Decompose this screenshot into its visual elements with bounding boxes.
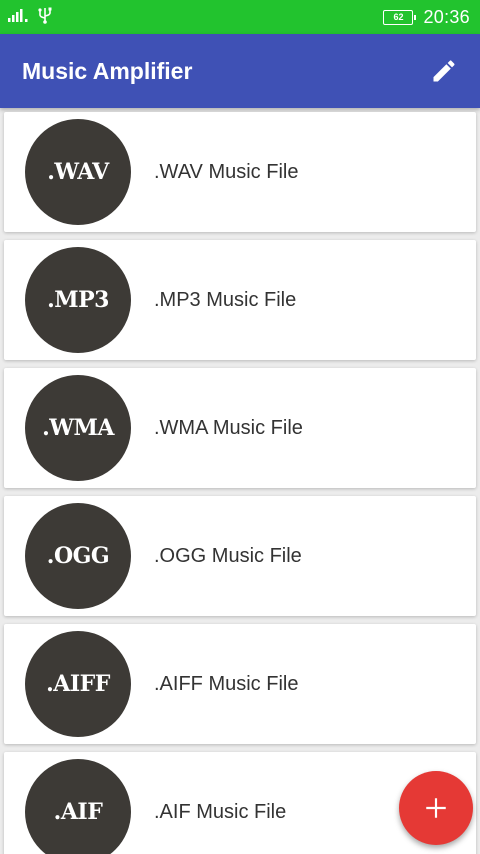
file-card-wma[interactable]: .WMA .WMA Music File [4, 368, 476, 488]
file-label: .MP3 Music File [154, 288, 297, 311]
file-badge: .OGG [25, 503, 131, 609]
plus-icon [426, 798, 446, 818]
status-time: 20:36 [423, 6, 470, 27]
battery-level: 62 [393, 12, 404, 22]
file-card-mp3[interactable]: .MP3 .MP3 Music File [4, 240, 476, 360]
app-bar: Music Amplifier [0, 34, 480, 108]
signal-bars-icon [8, 8, 30, 27]
status-bar: 62 20:36 [0, 0, 480, 34]
edit-button[interactable] [426, 53, 462, 89]
file-card-aiff[interactable]: .AIFF .AIFF Music File [4, 624, 476, 744]
file-badge: .WMA [25, 375, 131, 481]
file-badge: .AIF [25, 759, 131, 854]
pencil-icon [433, 60, 455, 82]
file-list: .WAV .WAV Music File .MP3 .MP3 Music Fil… [4, 112, 476, 854]
file-card-ogg[interactable]: .OGG .OGG Music File [4, 496, 476, 616]
file-badge: .WAV [25, 119, 131, 225]
add-button[interactable] [399, 771, 473, 845]
status-left [8, 6, 52, 29]
screen: 62 20:36 Music Amplifier .WAV .WAV Music… [0, 0, 480, 854]
file-label: .WAV Music File [154, 160, 299, 183]
file-badge: .AIFF [25, 631, 131, 737]
file-label: .AIF Music File [154, 800, 287, 823]
file-label: .OGG Music File [154, 544, 302, 567]
battery-icon: 62 [383, 9, 417, 25]
file-label: .AIFF Music File [154, 672, 299, 695]
file-badge: .MP3 [25, 247, 131, 353]
file-card-wav[interactable]: .WAV .WAV Music File [4, 112, 476, 232]
usb-icon [38, 6, 52, 29]
file-label: .WMA Music File [154, 416, 303, 439]
app-title: Music Amplifier [22, 57, 193, 84]
status-right: 62 20:36 [383, 7, 470, 28]
